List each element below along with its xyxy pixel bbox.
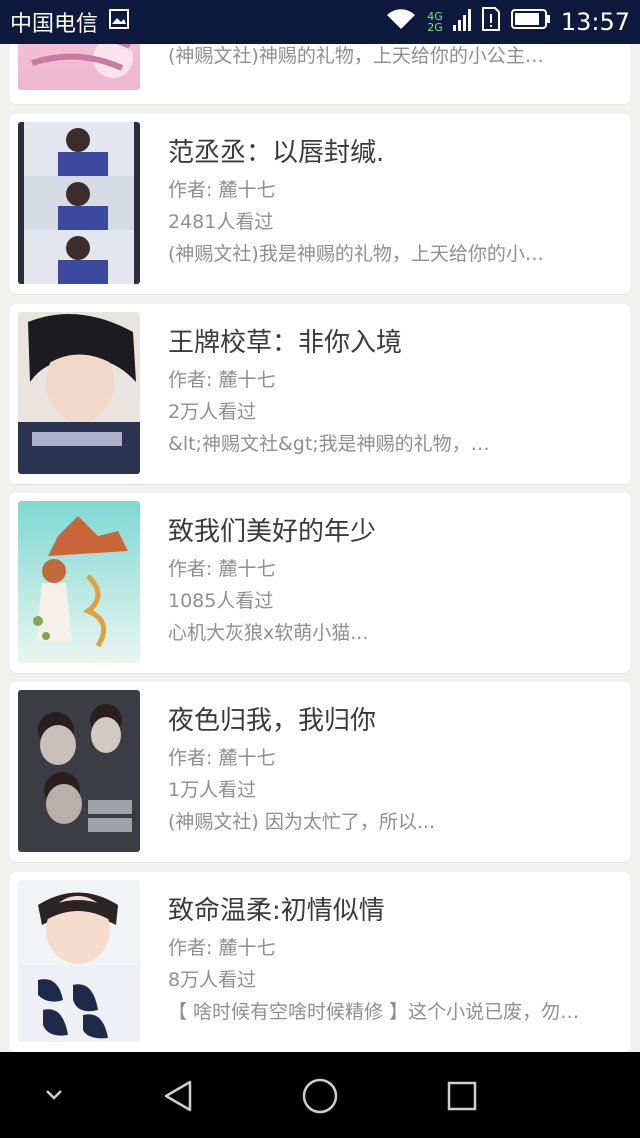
book-author: 作者: 麓十七 xyxy=(168,369,276,391)
sim-alert-icon xyxy=(481,6,501,38)
back-triangle-icon[interactable] xyxy=(160,1078,196,1114)
book-card[interactable]: (神赐文社)神赐的礼物，上天给你的小公主… xyxy=(10,44,630,104)
network-type: 4G 2G xyxy=(427,11,443,33)
book-author: 作者: 麓十七 xyxy=(168,937,276,959)
battery-icon xyxy=(510,8,551,36)
book-card[interactable]: 王牌校草：非你入境 作者: 麓十七 2万人看过 &lt;神赐文社&gt;我是神赐… xyxy=(10,304,630,484)
book-title: 范丞丞：以唇封缄. xyxy=(168,138,385,168)
book-readers: 1085人看过 xyxy=(168,590,274,612)
status-bar: 中国电信 4G 2G 13:57 xyxy=(0,0,640,44)
book-description: 心机大灰狼x软萌小猫... xyxy=(168,622,369,644)
book-card[interactable]: 致命温柔:初情似情 作者: 麓十七 8万人看过 【 啥时候有空啥时候精修 】这个… xyxy=(10,872,630,1052)
system-navigation-bar xyxy=(0,1052,640,1138)
book-cover-blue xyxy=(18,122,140,284)
book-description: (神赐文社)我是神赐的礼物，上天给你的小… xyxy=(168,243,544,265)
wifi-icon xyxy=(385,7,417,37)
chevron-down-icon[interactable] xyxy=(44,1088,64,1102)
book-card[interactable]: 夜色归我，我归你 作者: 麓十七 1万人看过 (神赐文社) 因为太忙了，所以..… xyxy=(10,682,630,862)
book-cover-dark xyxy=(18,312,140,474)
book-author: 作者: 麓十七 xyxy=(168,747,276,769)
book-readers: 8万人看过 xyxy=(168,969,257,991)
clock: 13:57 xyxy=(560,8,630,36)
network-bottom-label: 2G xyxy=(427,21,443,34)
image-notification-icon xyxy=(108,8,130,36)
book-readers: 2481人看过 xyxy=(168,211,274,233)
book-card[interactable]: 范丞丞：以唇封缄. 作者: 麓十七 2481人看过 (神赐文社)我是神赐的礼物，… xyxy=(10,114,630,294)
book-list: (神赐文社)神赐的礼物，上天给你的小公主… 范丞丞：以唇封缄. 作者: 麓十七 … xyxy=(0,44,640,1052)
book-title: 致命温柔:初情似情 xyxy=(168,896,385,926)
book-cover-white xyxy=(18,880,140,1042)
signal-icon xyxy=(452,7,471,37)
book-description: 【 啥时候有空啥时候精修 】这个小说已废，勿… xyxy=(168,1001,580,1023)
book-description: &lt;神赐文社&gt;我是神赐的礼物，… xyxy=(168,433,490,455)
home-circle-icon[interactable] xyxy=(301,1077,339,1115)
book-readers: 2万人看过 xyxy=(168,401,257,423)
book-description: (神赐文社)神赐的礼物，上天给你的小公主… xyxy=(168,45,544,67)
carrier-label: 中国电信 xyxy=(10,12,99,37)
book-description: (神赐文社) 因为太忙了，所以... xyxy=(168,811,435,833)
recents-square-icon[interactable] xyxy=(446,1080,478,1112)
book-author: 作者: 麓十七 xyxy=(168,558,276,580)
book-cover-night xyxy=(18,690,140,852)
book-title: 致我们美好的年少 xyxy=(168,517,377,547)
book-author: 作者: 麓十七 xyxy=(168,179,276,201)
book-cover-pink xyxy=(18,44,140,90)
book-readers: 1万人看过 xyxy=(168,779,257,801)
book-title: 王牌校草：非你入境 xyxy=(168,328,403,358)
book-cover-teal xyxy=(18,501,140,663)
book-title: 夜色归我，我归你 xyxy=(168,706,377,736)
book-card[interactable]: 致我们美好的年少 作者: 麓十七 1085人看过 心机大灰狼x软萌小猫... xyxy=(10,493,630,673)
